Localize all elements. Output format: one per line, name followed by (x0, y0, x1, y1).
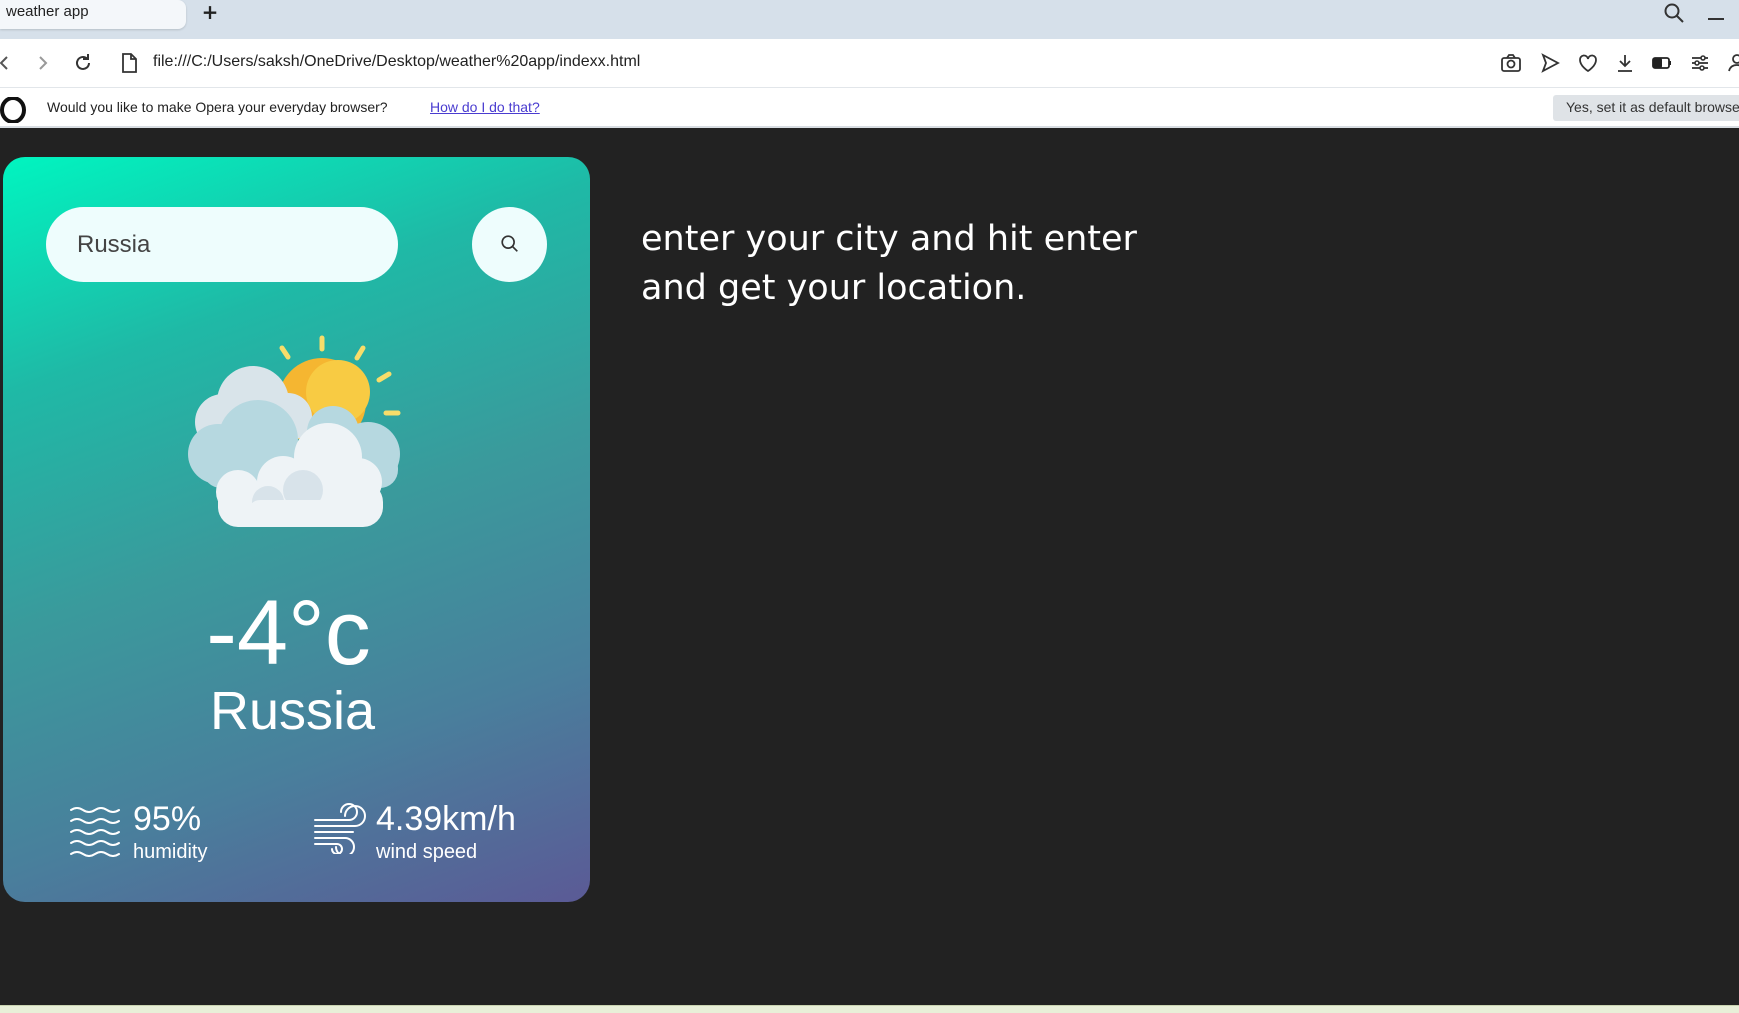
humidity-value: 95% (133, 800, 202, 838)
infobar-help-link[interactable]: How do I do that? (430, 99, 540, 115)
wind-speed-label: wind speed (376, 841, 478, 863)
url-text[interactable]: file:///C:/Users/saksh/OneDrive/Desktop/… (153, 53, 640, 71)
download-icon[interactable] (1613, 51, 1637, 75)
wind-speed-value: 4.39km/h (376, 800, 516, 838)
city-search-input[interactable] (46, 207, 398, 282)
tab-search-icon[interactable] (1662, 1, 1686, 25)
minimize-icon[interactable] (1708, 18, 1724, 20)
city-name: Russia (209, 681, 376, 741)
forward-icon[interactable] (31, 51, 55, 75)
address-toolbar: file:///C:/Users/saksh/OneDrive/Desktop/… (0, 39, 1739, 88)
opera-logo-icon (0, 97, 26, 123)
browser-tab[interactable]: weather app (0, 0, 186, 29)
reload-icon[interactable] (71, 51, 95, 75)
weather-card: -4°c Russia 95% humidity 4.39km/h (3, 157, 590, 902)
search-button[interactable] (472, 207, 547, 282)
tab-strip: weather app + (0, 0, 1739, 39)
profile-icon[interactable] (1725, 51, 1739, 75)
infobar-message: Would you like to make Opera your everyd… (47, 99, 388, 115)
wind-icon (314, 803, 366, 854)
heart-icon[interactable] (1576, 51, 1600, 75)
easy-setup-icon[interactable] (1688, 51, 1712, 75)
bottom-strip (0, 1005, 1739, 1013)
humidity-label: humidity (133, 841, 208, 863)
hint-text: enter your city and hit enter and get yo… (641, 219, 1137, 308)
send-icon[interactable] (1538, 51, 1562, 75)
humidity-waves-icon (70, 807, 120, 857)
default-browser-infobar: Would you like to make Opera your everyd… (0, 88, 1739, 128)
search-icon (501, 235, 518, 252)
temperature-value: -4°c (206, 582, 371, 684)
set-default-browser-button[interactable]: Yes, set it as default browser (1553, 95, 1739, 121)
page-info-icon[interactable] (117, 51, 141, 75)
page-content: -4°c Russia 95% humidity 4.39km/h (0, 130, 1739, 1005)
camera-icon[interactable] (1499, 51, 1523, 75)
sun-behind-clouds-icon (188, 335, 401, 527)
new-tab-button[interactable]: + (200, 1, 220, 25)
tab-title: weather app (6, 3, 89, 20)
battery-saver-icon[interactable] (1650, 51, 1674, 75)
back-icon[interactable] (0, 51, 16, 75)
